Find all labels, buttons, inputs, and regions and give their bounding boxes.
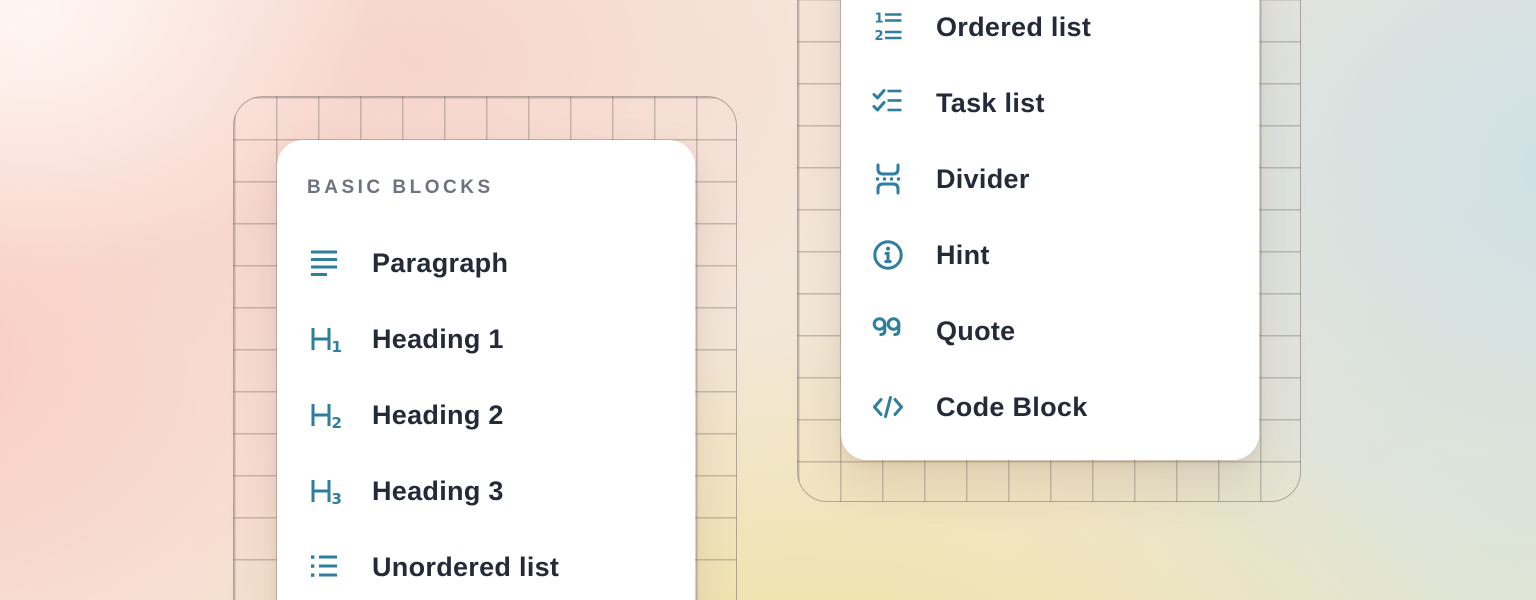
menu-item-label: Unordered list	[372, 554, 559, 581]
menu-item-code-block[interactable]: Code Block	[871, 369, 1259, 445]
menu-item-divider[interactable]: Divider	[871, 141, 1259, 217]
paragraph-icon	[307, 246, 341, 280]
quote-icon	[871, 314, 905, 348]
ordered-list-icon: 12	[871, 10, 905, 44]
task-list-icon	[871, 86, 905, 120]
heading-2-icon: 2	[307, 398, 341, 432]
menu-item-paragraph[interactable]: Paragraph	[307, 225, 695, 301]
menu-item-unordered-list[interactable]: Unordered list	[307, 529, 695, 600]
basic-blocks-item-list: Paragraph 1 Heading 1 2 Heading 2 3 Heading 3 U…	[307, 225, 695, 600]
menu-item-label: Heading 1	[372, 326, 504, 353]
basic-blocks-section-label: BASIC BLOCKS	[307, 178, 695, 198]
svg-text:2: 2	[332, 414, 342, 432]
menu-item-heading-3[interactable]: 3 Heading 3	[307, 453, 695, 529]
menu-item-label: Task list	[936, 90, 1045, 117]
svg-text:2: 2	[875, 29, 884, 44]
heading-3-icon: 3	[307, 474, 341, 508]
menu-item-quote[interactable]: Quote	[871, 293, 1259, 369]
svg-text:1: 1	[332, 338, 342, 356]
svg-text:1: 1	[875, 12, 884, 27]
menu-item-label: Quote	[936, 318, 1016, 345]
menu-item-label: Ordered list	[936, 14, 1091, 41]
menu-item-ordered-list[interactable]: 12Ordered list	[871, 0, 1259, 65]
svg-text:3: 3	[332, 490, 342, 508]
code-block-icon	[871, 390, 905, 424]
menu-item-label: Heading 2	[372, 402, 504, 429]
menu-item-label: Divider	[936, 166, 1030, 193]
blocks-menu-card: 12Ordered listTask listDividerHintQuoteC…	[841, 0, 1259, 460]
menu-item-label: Heading 3	[372, 478, 504, 505]
hint-icon	[871, 238, 905, 272]
menu-item-heading-1[interactable]: 1 Heading 1	[307, 301, 695, 377]
menu-item-label: Hint	[936, 242, 990, 269]
menu-item-heading-2[interactable]: 2 Heading 2	[307, 377, 695, 453]
unordered-list-icon	[307, 550, 341, 584]
menu-item-label: Code Block	[936, 394, 1088, 421]
menu-item-label: Paragraph	[372, 250, 508, 277]
heading-1-icon: 1	[307, 322, 341, 356]
blocks-item-list: 12Ordered listTask listDividerHintQuoteC…	[871, 0, 1259, 445]
menu-item-task-list[interactable]: Task list	[871, 65, 1259, 141]
basic-blocks-menu-card: BASIC BLOCKS Paragraph 1 Heading 1 2 Heading…	[277, 140, 695, 600]
divider-icon	[871, 162, 905, 196]
gradient-background: BASIC BLOCKS Paragraph 1 Heading 1 2 Heading…	[0, 0, 1536, 600]
menu-item-hint[interactable]: Hint	[871, 217, 1259, 293]
